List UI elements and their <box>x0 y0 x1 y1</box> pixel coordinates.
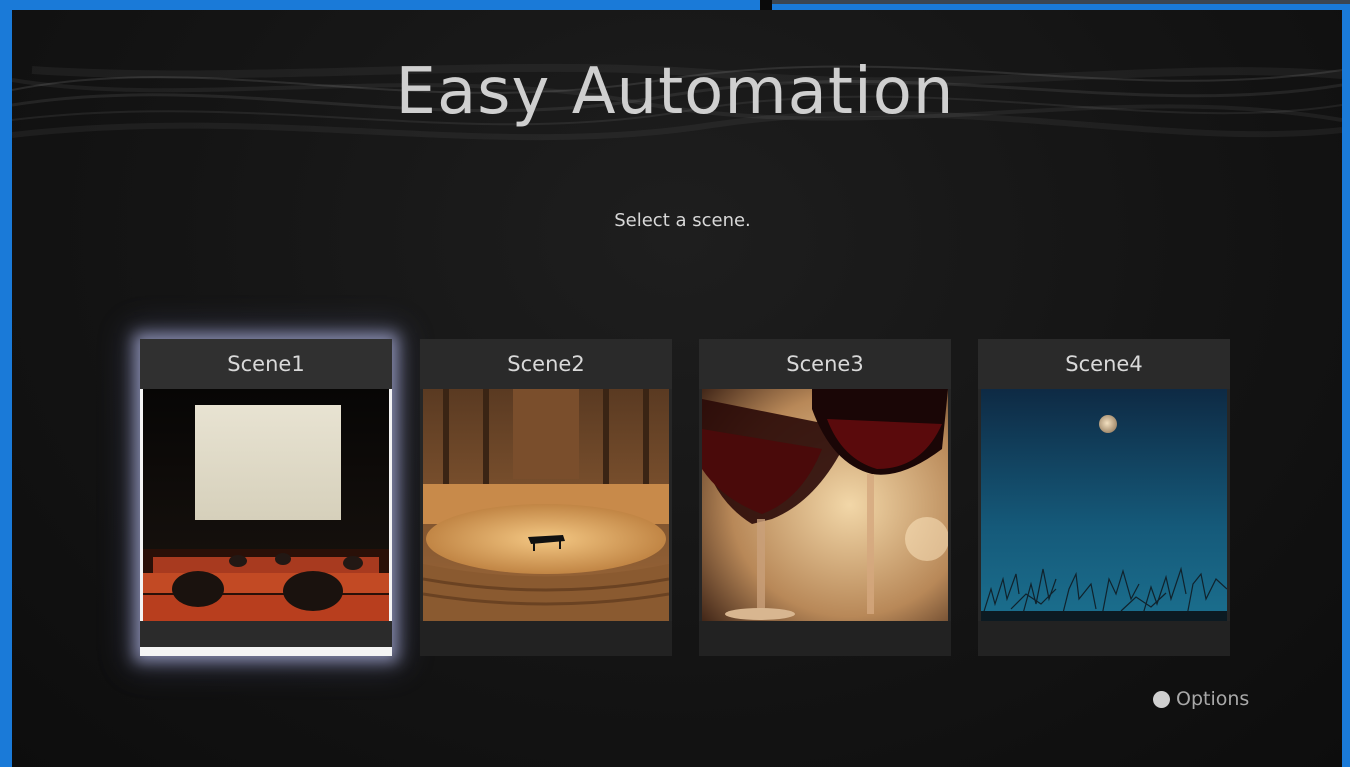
scene-label: Scene2 <box>420 339 672 389</box>
options-label: Options <box>1176 688 1250 710</box>
scene-prompt: Select a scene. <box>614 210 751 231</box>
circle-button-icon <box>1153 690 1170 708</box>
scene-card-footer <box>699 621 951 656</box>
scene-label: Scene1 <box>140 339 392 389</box>
window-frame-top <box>0 0 760 10</box>
scene-card-footer <box>420 621 672 656</box>
page-title: Easy Automation <box>395 55 955 129</box>
scene-card-footer <box>140 621 392 647</box>
scene-card-footer <box>978 621 1230 656</box>
moon-night-image <box>981 389 1227 621</box>
scene-card-3[interactable]: Scene3 <box>699 339 951 656</box>
scene-card-4[interactable]: Scene4 <box>978 339 1230 656</box>
wine-glasses-image <box>702 389 948 621</box>
window-titlebar-strip <box>772 0 1350 4</box>
options-button[interactable]: Options <box>1153 688 1249 710</box>
scene-label: Scene4 <box>978 339 1230 389</box>
scene-card-1[interactable]: Scene1 <box>140 339 392 656</box>
concert-hall-image <box>423 389 669 621</box>
movie-theater-image <box>143 389 389 621</box>
scene-label: Scene3 <box>699 339 951 389</box>
scene-card-2[interactable]: Scene2 <box>420 339 672 656</box>
